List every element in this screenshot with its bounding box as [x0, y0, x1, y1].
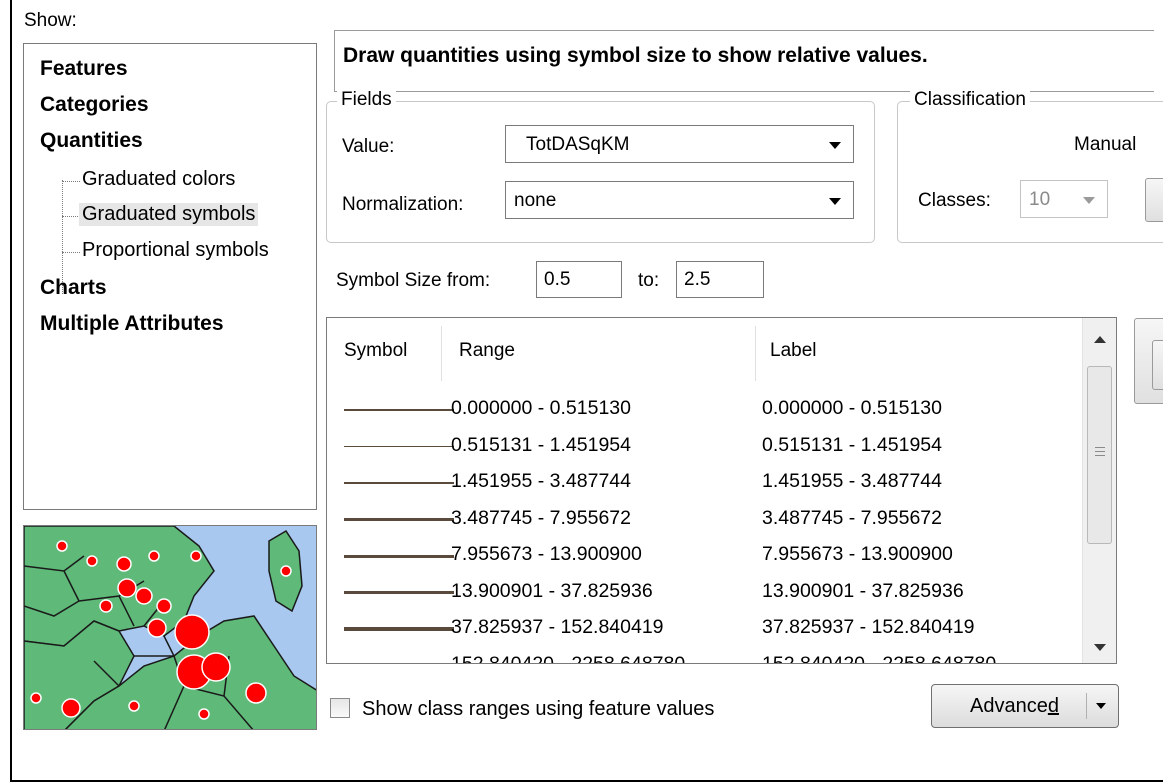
dropdown-arrow-icon	[1083, 197, 1095, 204]
value-field-dropdown[interactable]: TotDASqKM	[505, 125, 854, 163]
classes-dropdown[interactable]: 10	[1020, 180, 1108, 218]
table-row[interactable]: 1.451955 - 3.487744 1.451955 - 3.487744	[327, 468, 1084, 504]
class-range-cell[interactable]: 13.900901 - 37.825936	[451, 580, 653, 603]
class-symbol-line[interactable]	[344, 554, 454, 558]
split-separator	[1086, 693, 1087, 719]
show-label: Show:	[24, 10, 77, 31]
symbol-size-to-label: to:	[638, 270, 660, 291]
advanced-button-label: Advanced	[970, 695, 1059, 717]
class-range-cell[interactable]: 1.451955 - 3.487744	[451, 470, 631, 493]
fields-group: Fields Value: TotDASqKM Normalization: n…	[326, 89, 875, 243]
class-symbol-line[interactable]	[344, 590, 454, 595]
tree-item-proportional-symbols[interactable]: Proportional symbols	[82, 239, 269, 262]
column-header-label[interactable]: Label	[770, 340, 817, 362]
scroll-grip-icon	[1095, 455, 1105, 456]
dropdown-arrow-icon	[829, 198, 841, 205]
value-field-selected: TotDASqKM	[526, 134, 630, 155]
tree-connector	[62, 181, 80, 182]
show-class-ranges-checkbox[interactable]	[330, 698, 350, 718]
column-separator	[441, 326, 442, 381]
value-label: Value:	[342, 136, 395, 157]
scroll-grip-icon	[1095, 451, 1105, 452]
table-row[interactable]: 152.840420 - 2258.648780 152.840420 - 225…	[327, 651, 1084, 664]
tree-item-charts[interactable]: Charts	[40, 276, 107, 300]
scroll-thumb[interactable]	[1087, 366, 1112, 544]
column-header-symbol[interactable]: Symbol	[344, 340, 407, 362]
class-symbol-line[interactable]	[344, 482, 454, 484]
advanced-button[interactable]: Advanced	[931, 684, 1119, 728]
class-range-cell[interactable]: 3.487745 - 7.955672	[451, 507, 631, 530]
classify-button[interactable]	[1145, 178, 1163, 222]
renderer-tree[interactable]: Features Categories Quantities Graduated…	[23, 43, 317, 510]
class-label-cell[interactable]: 0.000000 - 0.515130	[762, 397, 942, 420]
classification-method: Manual	[1074, 134, 1137, 155]
show-class-ranges-label[interactable]: Show class ranges using feature values	[362, 698, 714, 721]
class-label-cell[interactable]: 13.900901 - 37.825936	[762, 580, 964, 603]
table-row[interactable]: 37.825937 - 152.840419 37.825937 - 152.84…	[327, 614, 1084, 650]
move-class-button[interactable]	[1152, 340, 1163, 390]
scroll-down-arrow-icon[interactable]	[1094, 644, 1106, 651]
table-row[interactable]: 3.487745 - 7.955672 3.487745 - 7.955672	[327, 505, 1084, 541]
class-symbol-line[interactable]	[344, 627, 454, 631]
class-range-cell[interactable]: 7.955673 - 13.900900	[451, 543, 642, 566]
table-row[interactable]: 7.955673 - 13.900900 7.955673 - 13.900900	[327, 541, 1084, 577]
normalization-dropdown[interactable]: none	[505, 181, 854, 219]
tree-item-graduated-symbols[interactable]: Graduated symbols	[79, 203, 259, 226]
table-row[interactable]: 13.900901 - 37.825936 13.900901 - 37.8259…	[327, 578, 1084, 614]
column-separator	[755, 326, 756, 381]
normalization-label: Normalization:	[342, 194, 464, 215]
scroll-up-arrow-icon[interactable]	[1094, 336, 1106, 343]
symbol-size-from-value: 0.5	[544, 269, 571, 290]
tree-connector	[62, 252, 80, 253]
symbol-size-from-input[interactable]: 0.5	[536, 261, 622, 298]
fields-group-title: Fields	[337, 89, 396, 111]
symbol-size-to-input[interactable]: 2.5	[676, 261, 764, 298]
class-label-cell[interactable]: 3.487745 - 7.955672	[762, 507, 942, 530]
column-header-range[interactable]: Range	[459, 340, 515, 362]
classes-selected: 10	[1029, 189, 1051, 210]
tree-item-features[interactable]: Features	[40, 57, 128, 81]
class-range-cell[interactable]: 152.840420 - 2258.648780	[451, 653, 685, 664]
class-label-cell[interactable]: 37.825937 - 152.840419	[762, 616, 975, 639]
classes-label: Classes:	[918, 190, 991, 211]
class-label-cell[interactable]: 1.451955 - 3.487744	[762, 470, 942, 493]
tree-item-multiple-attributes[interactable]: Multiple Attributes	[40, 312, 224, 336]
renderer-description: Draw quantities using symbol size to sho…	[343, 44, 928, 67]
dropdown-arrow-icon[interactable]	[1096, 703, 1106, 709]
normalization-selected: none	[514, 190, 557, 211]
symbol-size-to-value: 2.5	[684, 269, 711, 290]
class-label-cell[interactable]: 7.955673 - 13.900900	[762, 543, 953, 566]
tree-connector	[62, 216, 80, 217]
table-row[interactable]: 0.515131 - 1.451954 0.515131 - 1.451954	[327, 432, 1084, 468]
class-list-scrollbar[interactable]	[1082, 318, 1116, 663]
scroll-grip-icon	[1095, 447, 1105, 448]
table-row[interactable]: 0.000000 - 0.515130 0.000000 - 0.515130	[327, 395, 1084, 431]
class-symbol-line[interactable]	[344, 518, 454, 521]
renderer-preview-map	[23, 525, 317, 730]
dropdown-arrow-icon	[829, 142, 841, 149]
class-symbol-line[interactable]	[344, 663, 454, 664]
tree-item-categories[interactable]: Categories	[40, 93, 149, 117]
class-symbol-line[interactable]	[344, 409, 454, 411]
class-range-cell[interactable]: 0.515131 - 1.451954	[451, 434, 631, 457]
class-range-cell[interactable]: 37.825937 - 152.840419	[451, 616, 664, 639]
class-label-cell[interactable]: 152.840420 - 2258.648780	[762, 653, 996, 664]
class-symbol-line[interactable]	[344, 445, 454, 448]
tree-item-graduated-colors[interactable]: Graduated colors	[82, 168, 235, 191]
class-range-cell[interactable]: 0.000000 - 0.515130	[451, 397, 631, 420]
classification-group: Classification Manual Classes: 10	[897, 89, 1163, 243]
class-label-cell[interactable]: 0.515131 - 1.451954	[762, 434, 942, 457]
symbol-size-from-label: Symbol Size from:	[336, 270, 491, 291]
tree-item-quantities[interactable]: Quantities	[40, 129, 143, 153]
preview-map-image	[24, 526, 316, 729]
renderer-description-box: Draw quantities using symbol size to sho…	[334, 30, 1154, 92]
class-symbol-list[interactable]: Symbol Range Label 0.000000 - 0.515130 0.…	[326, 317, 1117, 664]
classification-group-title: Classification	[910, 89, 1030, 111]
